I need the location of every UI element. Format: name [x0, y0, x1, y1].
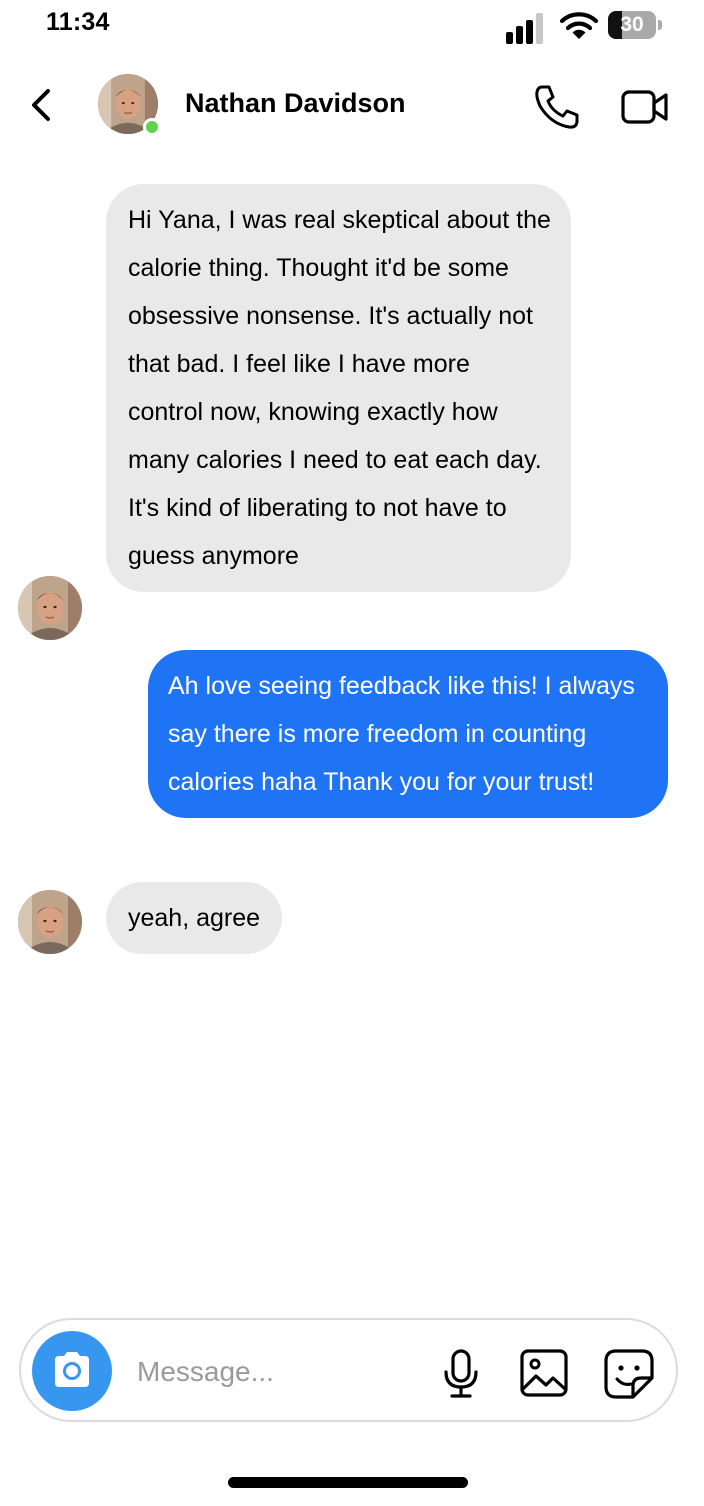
- chevron-left-icon: [32, 89, 50, 121]
- cellular-signal-icon: [506, 12, 550, 44]
- message-bubble-incoming[interactable]: yeah, agree: [106, 882, 283, 954]
- home-indicator[interactable]: [228, 1477, 468, 1488]
- battery-level: 30: [620, 13, 644, 36]
- sender-avatar[interactable]: [18, 890, 82, 954]
- message-bubble-incoming[interactable]: Hi Yana, I was real skeptical about the …: [106, 184, 571, 592]
- sticker-button[interactable]: [603, 1348, 655, 1400]
- online-status-indicator: [143, 118, 161, 136]
- voice-message-button[interactable]: [441, 1348, 481, 1400]
- audio-call-button[interactable]: [532, 82, 582, 132]
- sender-avatar[interactable]: [18, 576, 82, 640]
- contact-name[interactable]: Nathan Davidson: [185, 88, 406, 119]
- sticker-icon: [604, 1349, 654, 1399]
- gallery-button[interactable]: [519, 1348, 569, 1398]
- chat-header: Nathan Davidson: [0, 60, 704, 152]
- video-call-button[interactable]: [620, 86, 670, 128]
- status-bar: 11:34 30: [0, 0, 704, 56]
- wifi-icon: [559, 10, 599, 42]
- camera-icon: [55, 1352, 89, 1387]
- microphone-icon: [444, 1349, 478, 1398]
- message-bubble-outgoing[interactable]: Ah love seeing feedback like this! I alw…: [148, 650, 668, 818]
- image-icon: [520, 1349, 568, 1397]
- message-input[interactable]: [137, 1344, 427, 1400]
- phone-icon: [535, 85, 579, 129]
- battery-icon: 30: [608, 11, 662, 41]
- message-composer: [19, 1318, 678, 1422]
- video-camera-icon: [621, 90, 668, 124]
- status-time: 11:34: [46, 8, 110, 36]
- back-button[interactable]: [26, 82, 58, 128]
- camera-button[interactable]: [32, 1331, 112, 1411]
